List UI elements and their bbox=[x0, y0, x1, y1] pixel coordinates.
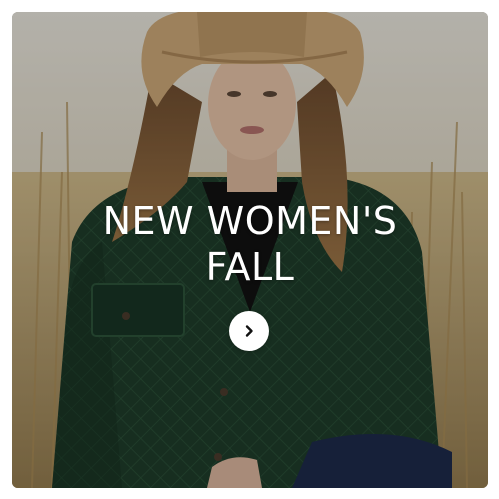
chevron-right-icon bbox=[245, 325, 253, 337]
promo-title: NEW WOMEN'S FALL bbox=[12, 198, 488, 290]
promo-title-line-2: FALL bbox=[205, 245, 295, 289]
promo-title-line-1: NEW WOMEN'S bbox=[102, 199, 398, 243]
shop-arrow-button[interactable] bbox=[229, 311, 269, 351]
promo-card[interactable]: NEW WOMEN'S FALL bbox=[12, 12, 488, 488]
